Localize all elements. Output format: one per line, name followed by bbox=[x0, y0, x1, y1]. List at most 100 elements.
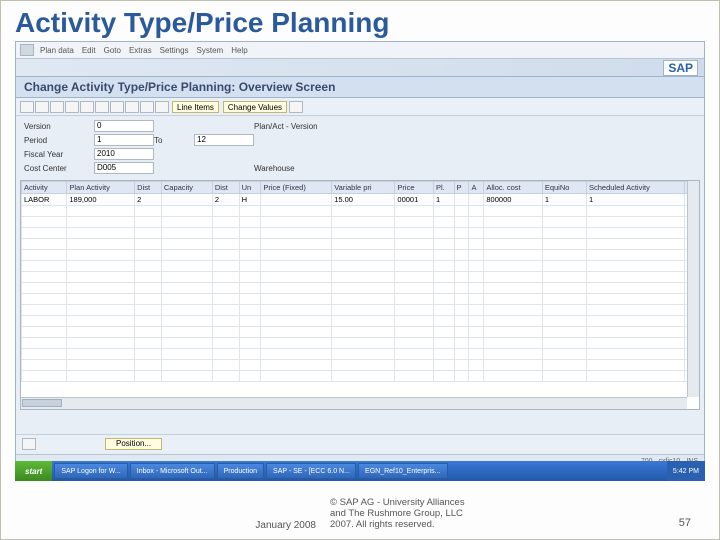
cell[interactable] bbox=[261, 206, 332, 217]
cell[interactable] bbox=[586, 250, 684, 261]
cell[interactable] bbox=[586, 272, 684, 283]
cell[interactable] bbox=[484, 272, 542, 283]
cell[interactable] bbox=[212, 305, 239, 316]
cell[interactable] bbox=[395, 305, 434, 316]
cell[interactable] bbox=[22, 283, 67, 294]
cell[interactable] bbox=[212, 349, 239, 360]
cell[interactable] bbox=[22, 360, 67, 371]
cell[interactable] bbox=[261, 272, 332, 283]
cell[interactable] bbox=[484, 327, 542, 338]
cell[interactable] bbox=[542, 283, 586, 294]
cell[interactable] bbox=[469, 250, 484, 261]
cell[interactable] bbox=[261, 228, 332, 239]
cell[interactable] bbox=[586, 360, 684, 371]
cell[interactable] bbox=[395, 206, 434, 217]
cell[interactable] bbox=[469, 261, 484, 272]
cell[interactable] bbox=[239, 294, 261, 305]
cell[interactable] bbox=[484, 316, 542, 327]
cell[interactable] bbox=[433, 272, 454, 283]
cell[interactable] bbox=[261, 194, 332, 206]
cell[interactable] bbox=[261, 349, 332, 360]
cell[interactable]: 1 bbox=[542, 194, 586, 206]
cell[interactable] bbox=[332, 272, 395, 283]
cell[interactable] bbox=[433, 349, 454, 360]
cell[interactable] bbox=[261, 316, 332, 327]
cell[interactable] bbox=[542, 360, 586, 371]
cell[interactable] bbox=[135, 294, 162, 305]
cell[interactable] bbox=[22, 217, 67, 228]
cell[interactable] bbox=[161, 316, 212, 327]
cell[interactable] bbox=[395, 239, 434, 250]
cell[interactable] bbox=[67, 272, 135, 283]
table-row[interactable] bbox=[22, 316, 699, 327]
cell[interactable] bbox=[161, 250, 212, 261]
table-row[interactable] bbox=[22, 349, 699, 360]
cell[interactable] bbox=[261, 283, 332, 294]
start-button[interactable]: start bbox=[15, 461, 52, 481]
cell[interactable] bbox=[22, 228, 67, 239]
tb-spread-icon[interactable] bbox=[95, 101, 109, 113]
cell[interactable] bbox=[542, 294, 586, 305]
cell[interactable] bbox=[22, 261, 67, 272]
table-row[interactable] bbox=[22, 228, 699, 239]
col-header[interactable]: Variable pri bbox=[332, 182, 395, 194]
cell[interactable] bbox=[586, 305, 684, 316]
cell[interactable] bbox=[433, 228, 454, 239]
cell[interactable] bbox=[542, 206, 586, 217]
cell[interactable] bbox=[586, 206, 684, 217]
cell[interactable]: 2 bbox=[135, 194, 162, 206]
table-row[interactable] bbox=[22, 217, 699, 228]
cell[interactable] bbox=[395, 228, 434, 239]
cell[interactable] bbox=[212, 360, 239, 371]
cell[interactable] bbox=[239, 250, 261, 261]
system-tray[interactable]: 5:42 PM bbox=[667, 461, 705, 481]
cell[interactable] bbox=[261, 294, 332, 305]
cell[interactable] bbox=[261, 360, 332, 371]
table-row[interactable] bbox=[22, 360, 699, 371]
cell[interactable] bbox=[484, 228, 542, 239]
cell[interactable] bbox=[261, 338, 332, 349]
cell[interactable] bbox=[212, 261, 239, 272]
col-header[interactable]: Plan Activity bbox=[67, 182, 135, 194]
cell[interactable] bbox=[395, 294, 434, 305]
cell[interactable]: 15.00 bbox=[332, 194, 395, 206]
col-header[interactable]: A bbox=[469, 182, 484, 194]
btn-line-items[interactable]: Line Items bbox=[172, 101, 219, 113]
cell[interactable] bbox=[212, 217, 239, 228]
cell[interactable] bbox=[454, 316, 469, 327]
task-item[interactable]: Inbox - Microsoft Out... bbox=[130, 463, 215, 479]
cell[interactable] bbox=[67, 206, 135, 217]
cell[interactable]: 00001 bbox=[395, 194, 434, 206]
cell[interactable] bbox=[212, 338, 239, 349]
col-header[interactable]: Capacity bbox=[161, 182, 212, 194]
tb-overview-icon[interactable] bbox=[35, 101, 49, 113]
cell[interactable] bbox=[332, 305, 395, 316]
cell[interactable] bbox=[454, 217, 469, 228]
cell[interactable]: 189,000 bbox=[67, 194, 135, 206]
tb-form-icon[interactable] bbox=[140, 101, 154, 113]
cell[interactable] bbox=[161, 338, 212, 349]
cell[interactable] bbox=[135, 228, 162, 239]
cell[interactable] bbox=[161, 239, 212, 250]
tb-excel-icon[interactable] bbox=[155, 101, 169, 113]
cell[interactable] bbox=[67, 360, 135, 371]
cell[interactable] bbox=[212, 272, 239, 283]
cell[interactable] bbox=[161, 360, 212, 371]
tb-more-icon[interactable] bbox=[289, 101, 303, 113]
cell[interactable] bbox=[161, 294, 212, 305]
cell[interactable] bbox=[454, 194, 469, 206]
fld-cost-center[interactable]: D005 bbox=[94, 162, 154, 174]
cell[interactable] bbox=[484, 217, 542, 228]
cell[interactable] bbox=[332, 327, 395, 338]
cell[interactable] bbox=[135, 360, 162, 371]
cell[interactable] bbox=[395, 338, 434, 349]
cell[interactable] bbox=[586, 228, 684, 239]
cell[interactable] bbox=[454, 371, 469, 382]
table-row[interactable]: LABOR189,00022H15.00000011800000110 bbox=[22, 194, 699, 206]
cell[interactable] bbox=[586, 316, 684, 327]
cell[interactable] bbox=[261, 239, 332, 250]
task-item[interactable]: SAP Logon for W... bbox=[54, 463, 127, 479]
cell[interactable] bbox=[135, 349, 162, 360]
cell[interactable] bbox=[395, 371, 434, 382]
cell[interactable] bbox=[22, 371, 67, 382]
